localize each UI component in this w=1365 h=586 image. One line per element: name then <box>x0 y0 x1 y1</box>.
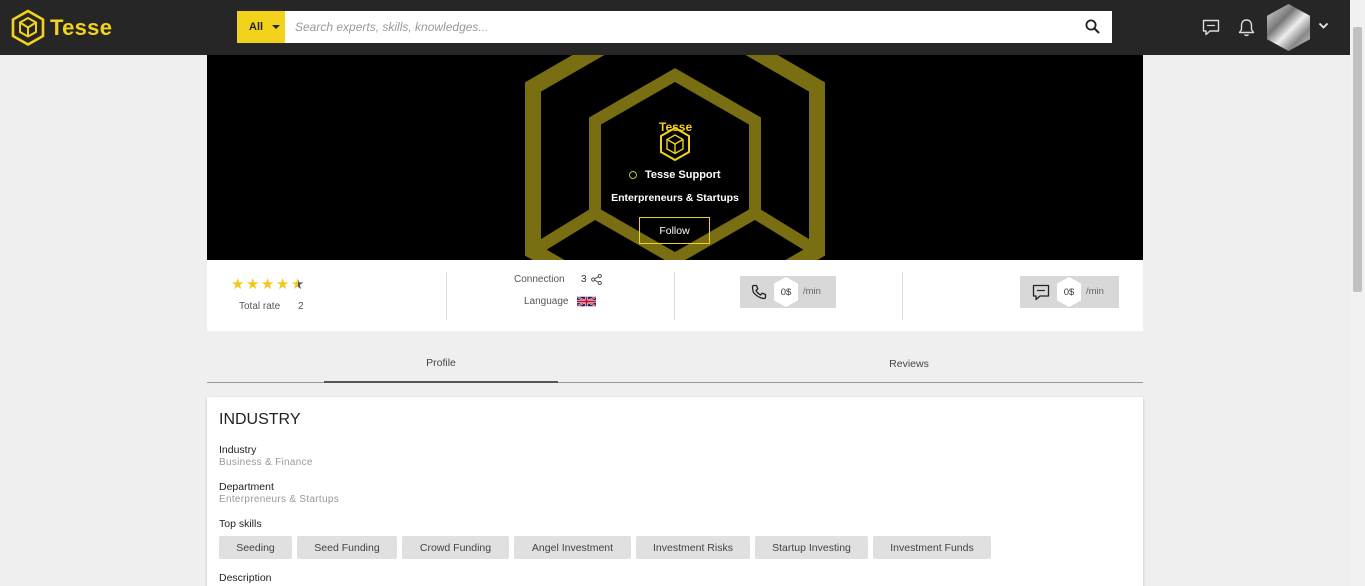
star-icon: ★ <box>245 276 260 293</box>
skill-tag[interactable]: Investment Funds <box>873 536 991 559</box>
industry-card: INDUSTRY Industry Business & Finance Dep… <box>207 397 1143 586</box>
profile-banner: Tesse Tesse Support Enterpreneurs & Star… <box>207 55 1143 260</box>
logo[interactable]: Tesse <box>11 9 112 46</box>
share-icon <box>591 274 602 285</box>
chat-icon <box>1032 284 1050 301</box>
search-category-label: All <box>249 21 264 33</box>
profile-stats: ★ ★ ★ ★ ★ Total rate 2 Connection 3 Lang… <box>207 260 1143 331</box>
tab-reviews[interactable]: Reviews <box>792 345 1026 383</box>
industry-label: Industry <box>219 444 257 456</box>
tab-reviews-label: Reviews <box>889 358 929 370</box>
rating-stars: ★ ★ ★ ★ ★ <box>231 277 306 292</box>
search-category-dropdown[interactable]: All <box>237 11 285 43</box>
scrollbar-thumb[interactable] <box>1353 27 1362 292</box>
skills-list: Seeding Seed Funding Crowd Funding Angel… <box>219 536 996 559</box>
cube-logo-icon <box>11 9 45 46</box>
chat-per-min: /min <box>1086 286 1104 297</box>
call-price-value: 0$ <box>774 277 798 307</box>
description-label: Description <box>219 572 272 584</box>
skill-tag[interactable]: Investment Risks <box>636 536 750 559</box>
star-icon: ★ <box>275 276 290 293</box>
tab-profile-label: Profile <box>426 357 456 369</box>
call-price-button[interactable]: 0$ /min <box>740 276 836 308</box>
chat-price-button[interactable]: 0$ /min <box>1020 276 1119 308</box>
search-input[interactable] <box>295 11 1075 43</box>
divider <box>902 272 903 320</box>
caret-down-icon <box>272 25 281 29</box>
logo-text: Tesse <box>50 14 113 40</box>
phone-icon <box>751 284 767 300</box>
chevron-down-icon[interactable] <box>1318 22 1329 30</box>
online-status-icon <box>629 171 637 179</box>
total-rate-label: Total rate <box>239 301 281 312</box>
connection-value: 3 <box>581 274 587 285</box>
top-navbar: Tesse All <box>0 0 1365 55</box>
profile-tabs: Profile Reviews <box>207 345 1143 383</box>
chat-price-value: 0$ <box>1057 277 1081 307</box>
bell-icon[interactable] <box>1238 18 1255 37</box>
half-star-icon: ★ <box>290 276 305 293</box>
call-per-min: /min <box>803 286 821 297</box>
banner-logo-text: Tesse <box>659 120 693 134</box>
follow-button[interactable]: Follow <box>639 217 710 244</box>
language-label: Language <box>524 296 569 307</box>
divider <box>446 272 447 320</box>
skill-tag[interactable]: Startup Investing <box>755 536 868 559</box>
skill-tag[interactable]: Seeding <box>219 536 292 559</box>
department-label: Department <box>219 481 274 493</box>
profile-name: Tesse Support <box>645 169 721 181</box>
star-icon: ★ <box>260 276 275 293</box>
search-icon[interactable] <box>1085 19 1100 34</box>
skill-tag[interactable]: Seed Funding <box>297 536 397 559</box>
department-value: Enterpreneurs & Startups <box>219 494 340 505</box>
divider <box>674 272 675 320</box>
tab-profile[interactable]: Profile <box>324 345 558 383</box>
user-avatar[interactable] <box>1267 4 1310 51</box>
page-scrollbar[interactable] <box>1350 0 1365 586</box>
skill-tag[interactable]: Angel Investment <box>514 536 631 559</box>
search-bar: All <box>237 11 1112 43</box>
skill-tag[interactable]: Crowd Funding <box>402 536 509 559</box>
uk-flag-icon <box>577 296 596 307</box>
industry-title: INDUSTRY <box>219 411 301 428</box>
top-skills-label: Top skills <box>219 518 262 530</box>
profile-department: Enterpreneurs & Startups <box>611 192 739 204</box>
total-rate-value: 2 <box>298 301 304 312</box>
star-icon: ★ <box>231 276 245 293</box>
chat-icon[interactable] <box>1202 19 1220 36</box>
industry-value: Business & Finance <box>219 457 313 468</box>
connection-label: Connection <box>514 274 565 285</box>
